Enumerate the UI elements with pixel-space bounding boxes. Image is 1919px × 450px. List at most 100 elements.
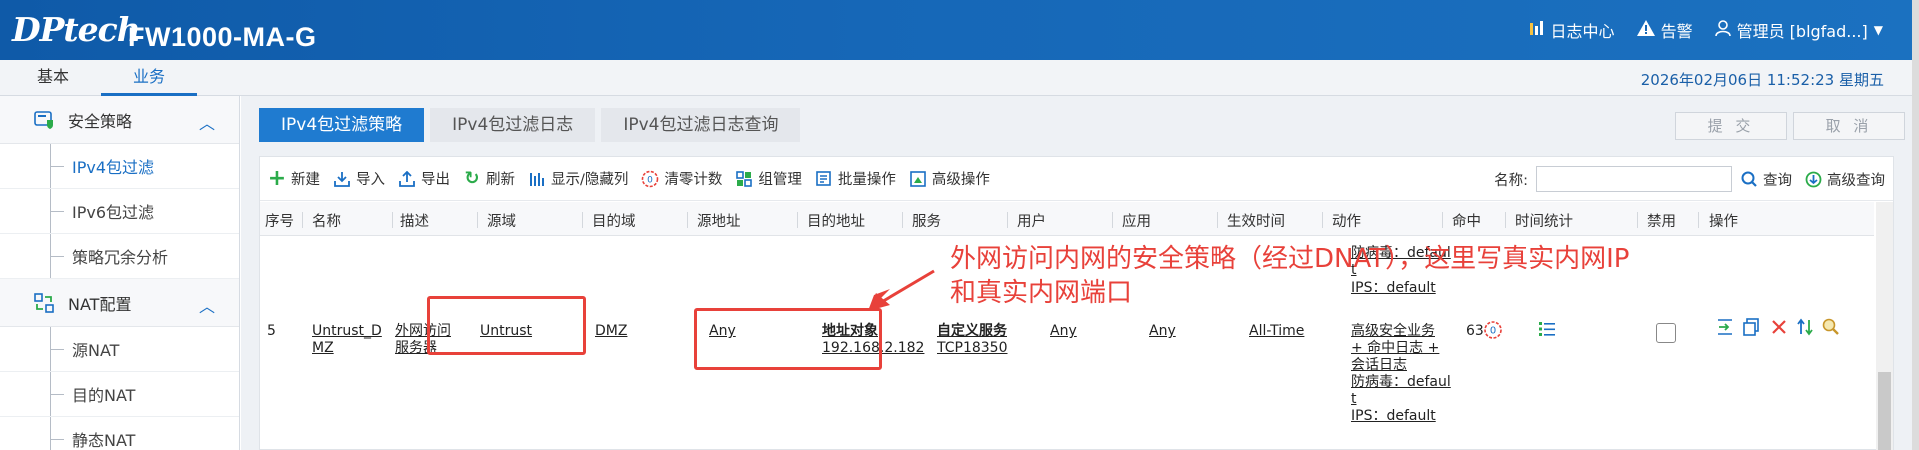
alarm-label: 告警 [1660,22,1693,41]
col-src-addr[interactable]: 源地址 [697,210,741,231]
sidebar-item-redundancy-analysis[interactable]: 策略冗余分析 [0,234,239,279]
sidebar-group-nat[interactable]: NAT配置 ︿ [0,279,239,327]
row-action-line4[interactable]: 防病毒：defaul [1351,374,1451,391]
row-app[interactable]: Any [1149,323,1176,340]
row-dst-zone[interactable]: DMZ [595,323,627,340]
query-label: 查询 [1763,172,1792,189]
clear-count-label: 清零计数 [664,172,723,188]
group-manage-button[interactable]: 组管理 [735,168,802,189]
col-user[interactable]: 用户 [1017,210,1046,231]
group-manage-label: 组管理 [758,172,802,188]
list-icon[interactable] [1538,320,1556,343]
row-action-line1[interactable]: 高级安全业务 [1351,323,1435,340]
columns-button[interactable]: 显示/隐藏列 [528,168,628,189]
nat-icon [34,292,54,313]
row-service-value[interactable]: TCP18350 [937,340,1008,357]
view-detail-icon[interactable] [1822,318,1840,341]
col-src-zone[interactable]: 源域 [487,210,516,231]
datetime: 2026年02月06日 11:52:23 星期五 [1640,71,1884,89]
table-scrollbar[interactable] [1876,202,1893,450]
copy-icon[interactable] [1742,318,1760,341]
table-header: 序号 名称 描述 源域 目的域 源地址 目的地址 服务 用户 应用 生效时间 动… [260,202,1874,236]
row-service-label[interactable]: 自定义服务 [937,323,1007,340]
advanced-query-button[interactable]: 高级查询 [1804,169,1885,190]
sidebar-item-ipv6-filter[interactable]: IPv6包过滤 [0,189,239,234]
col-name[interactable]: 名称 [312,210,341,231]
tab-ipv4-filter-log[interactable]: IPv4包过滤日志 [430,108,596,142]
advanced-op-button[interactable]: 高级操作 [909,168,990,189]
batch-button[interactable]: 批量操作 [815,168,896,189]
tab-ipv4-filter-log-query[interactable]: IPv4包过滤日志查询 [601,108,801,142]
search-input[interactable] [1536,166,1732,192]
col-hits[interactable]: 命中 [1452,210,1481,231]
col-app[interactable]: 应用 [1122,210,1151,231]
grid-icon [735,170,753,188]
col-operation[interactable]: 操作 [1709,210,1738,231]
row-index: 5 [267,323,276,339]
row-action-line2[interactable]: + 命中日志 + [1351,340,1439,357]
refresh-icon: ↻ [464,168,480,189]
prev-row-action-line3[interactable]: IPS：default [1351,280,1436,297]
disable-checkbox[interactable] [1656,323,1676,343]
advanced-query-label: 高级查询 [1827,172,1885,189]
sidebar-item-ipv4-filter[interactable]: IPv4包过滤 [0,144,239,189]
col-service[interactable]: 服务 [912,210,941,231]
row-action-line5[interactable]: t [1351,391,1357,408]
clear-count-button[interactable]: 0 清零计数 [641,168,722,189]
batch-icon [815,170,833,188]
query-button[interactable]: 查询 [1740,169,1792,190]
col-dst-addr[interactable]: 目的地址 [807,210,865,231]
sidebar-item-static-nat[interactable]: 静态NAT [0,417,239,450]
alarm-link[interactable]: 告警 [1636,18,1693,42]
admin-menu[interactable]: 管理员 [blgfad...] ▼ [1714,18,1883,42]
row-action-line6[interactable]: IPS：default [1351,408,1436,425]
col-description[interactable]: 描述 [400,210,429,231]
new-button[interactable]: + 新建 [267,166,320,191]
tab-basic[interactable]: 基本 [5,60,101,96]
sidebar-group-security-policy[interactable]: 安全策略 ︿ [0,96,239,144]
sidebar-item-destination-nat[interactable]: 目的NAT [0,372,239,417]
advanced-op-icon [909,170,927,188]
plus-icon: + [267,166,287,191]
search-area: 名称: 查询 高级查询 [1494,166,1885,192]
row-action-line3[interactable]: 会话日志 [1351,357,1407,374]
log-center-label: 日志中心 [1550,22,1615,41]
delete-icon[interactable] [1770,318,1788,341]
row-time[interactable]: All-Time [1249,323,1304,340]
policy-panel: + 新建 导入 导出 ↻ 刷新 显示/隐藏列 0 清零计数 组管理 批量操作 高… [259,156,1894,450]
annotation-line2: 和真实内网端口 [950,278,1133,308]
hits-reset-icon[interactable]: 0 [1483,320,1503,345]
log-center-link[interactable]: 日志中心 [1529,18,1615,42]
col-dst-zone[interactable]: 目的域 [592,210,636,231]
sidebar-item-source-nat[interactable]: 源NAT [0,327,239,372]
move-icon[interactable] [1796,318,1814,341]
insert-icon[interactable] [1716,318,1734,341]
highlight-zones-box [427,296,586,355]
main-content: IPv4包过滤策略 IPv4包过滤日志 IPv4包过滤日志查询 提 交 取 消 … [241,96,1912,450]
row-user[interactable]: Any [1050,323,1077,340]
col-action[interactable]: 动作 [1332,210,1361,231]
table-scrollbar-thumb[interactable] [1878,372,1891,450]
col-index[interactable]: 序号 [265,210,294,231]
export-button[interactable]: 导出 [398,168,450,189]
columns-icon [528,170,546,188]
tab-business[interactable]: 业务 [101,60,197,96]
advanced-op-label: 高级操作 [931,172,990,188]
row-name-line2[interactable]: MZ [312,340,334,357]
batch-label: 批量操作 [837,172,896,188]
product-name: FW1000-MA-G [128,22,317,52]
col-disabled[interactable]: 禁用 [1647,210,1676,231]
toolbar: + 新建 导入 导出 ↻ 刷新 显示/隐藏列 0 清零计数 组管理 批量操作 高… [260,157,1893,201]
window-scrollbar[interactable] [1912,0,1919,450]
col-time-stats[interactable]: 时间统计 [1515,210,1573,231]
import-button[interactable]: 导入 [333,168,385,189]
submit-button[interactable]: 提 交 [1675,112,1787,140]
refresh-button[interactable]: ↻ 刷新 [463,168,515,189]
search-icon [1740,170,1758,188]
row-name-line1[interactable]: Untrust_D [312,323,382,340]
col-effective-time[interactable]: 生效时间 [1227,210,1285,231]
cancel-button[interactable]: 取 消 [1793,112,1905,140]
tab-ipv4-filter-policy[interactable]: IPv4包过滤策略 [259,108,425,142]
columns-label: 显示/隐藏列 [551,172,629,188]
advanced-search-icon [1804,170,1822,188]
